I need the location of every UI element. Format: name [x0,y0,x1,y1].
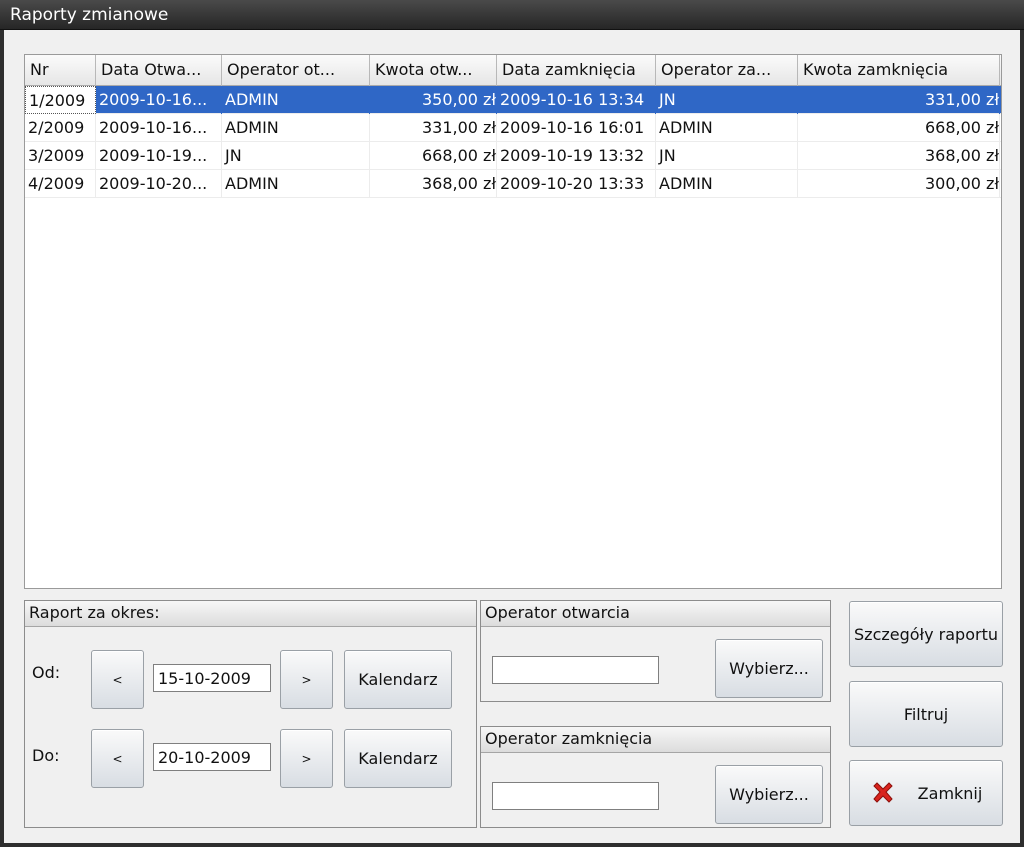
from-date-field[interactable] [153,664,271,692]
period-panel: Raport za okres: Od: < > Kalendarz Do: <… [24,600,477,828]
reports-table[interactable]: Nr Data Otwa... Operator ot... Kwota otw… [24,54,1002,589]
cell-operator-zamkniecia: JN [656,142,798,170]
to-calendar-button[interactable]: Kalendarz [344,729,452,788]
cell-data-otwarcia: 2009-10-16... [96,114,222,142]
cell-operator-otwarcia: ADMIN [222,170,370,198]
to-prev-button[interactable]: < [91,729,144,788]
operator-open-title: Operator otwarcia [481,601,830,627]
from-prev-button[interactable]: < [91,650,144,709]
cell-kwota-otwarcia: 350,00 zł [370,86,497,114]
report-details-button[interactable]: Szczegóły raportu [849,601,1003,667]
cell-data-otwarcia: 2009-10-16... [96,86,222,114]
column-header-kwota-zamkniecia[interactable]: Kwota zamknięcia [798,55,1000,86]
cell-operator-zamkniecia: JN [656,86,798,114]
table-header: Nr Data Otwa... Operator ot... Kwota otw… [25,55,1001,86]
cell-data-otwarcia: 2009-10-20... [96,170,222,198]
cell-data-zamkniecia: 2009-10-16 13:34 [497,86,656,114]
period-panel-title: Raport za okres: [25,601,476,627]
column-header-operator-otwarcia[interactable]: Operator ot... [222,55,370,86]
operator-close-title: Operator zamknięcia [481,727,830,753]
operator-open-choose-button[interactable]: Wybierz... [715,639,823,698]
column-header-nr[interactable]: Nr [25,55,96,86]
cell-nr: 2/2009 [25,114,96,142]
operator-close-field[interactable] [492,782,659,810]
table-row[interactable]: 2/2009 2009-10-16... ADMIN 331,00 zł 200… [25,114,1001,142]
to-next-button[interactable]: > [280,729,333,788]
cell-operator-zamkniecia: ADMIN [656,170,798,198]
operator-close-choose-button[interactable]: Wybierz... [715,765,823,824]
cell-nr: 1/2009 [25,86,96,114]
from-next-button[interactable]: > [280,650,333,709]
cell-operator-otwarcia: JN [222,142,370,170]
cell-kwota-zamkniecia: 668,00 zł [798,114,1000,142]
cell-data-zamkniecia: 2009-10-20 13:33 [497,170,656,198]
from-calendar-button[interactable]: Kalendarz [344,650,452,709]
column-header-data-otwarcia[interactable]: Data Otwa... [96,55,222,86]
cell-data-otwarcia: 2009-10-19... [96,142,222,170]
cell-nr: 3/2009 [25,142,96,170]
table-row[interactable]: 1/2009 2009-10-16... ADMIN 350,00 zł 200… [25,86,1001,114]
column-header-operator-zamkniecia[interactable]: Operator za... [656,55,798,86]
cell-kwota-zamkniecia: 331,00 zł [798,86,1000,114]
window-titlebar: Raporty zmianowe [0,0,1024,30]
to-date-field[interactable] [153,743,271,771]
cell-kwota-otwarcia: 368,00 zł [370,170,497,198]
cell-kwota-zamkniecia: 300,00 zł [798,170,1000,198]
window-title: Raporty zmianowe [10,5,169,25]
window-client-area: Nr Data Otwa... Operator ot... Kwota otw… [4,30,1020,843]
cell-operator-zamkniecia: ADMIN [656,114,798,142]
operator-open-panel: Operator otwarcia Wybierz... [480,600,831,702]
close-button[interactable]: Zamknij [849,760,1003,826]
operator-open-field[interactable] [492,656,659,684]
filter-button[interactable]: Filtruj [849,681,1003,747]
from-label: Od: [32,663,61,682]
column-header-data-zamkniecia[interactable]: Data zamknięcia [497,55,656,86]
column-header-kwota-otwarcia[interactable]: Kwota otw... [370,55,497,86]
cell-kwota-otwarcia: 331,00 zł [370,114,497,142]
table-row[interactable]: 4/2009 2009-10-20... ADMIN 368,00 zł 200… [25,170,1001,198]
table-row[interactable]: 3/2009 2009-10-19... JN 668,00 zł 2009-1… [25,142,1001,170]
cell-nr: 4/2009 [25,170,96,198]
operator-close-panel: Operator zamknięcia Wybierz... [480,726,831,828]
to-label: Do: [32,746,60,765]
cell-data-zamkniecia: 2009-10-16 16:01 [497,114,656,142]
cell-data-zamkniecia: 2009-10-19 13:32 [497,142,656,170]
cell-operator-otwarcia: ADMIN [222,86,370,114]
cell-kwota-zamkniecia: 368,00 zł [798,142,1000,170]
cell-operator-otwarcia: ADMIN [222,114,370,142]
cell-kwota-otwarcia: 668,00 zł [370,142,497,170]
close-button-label: Zamknij [917,783,983,803]
red-x-icon [870,780,918,806]
